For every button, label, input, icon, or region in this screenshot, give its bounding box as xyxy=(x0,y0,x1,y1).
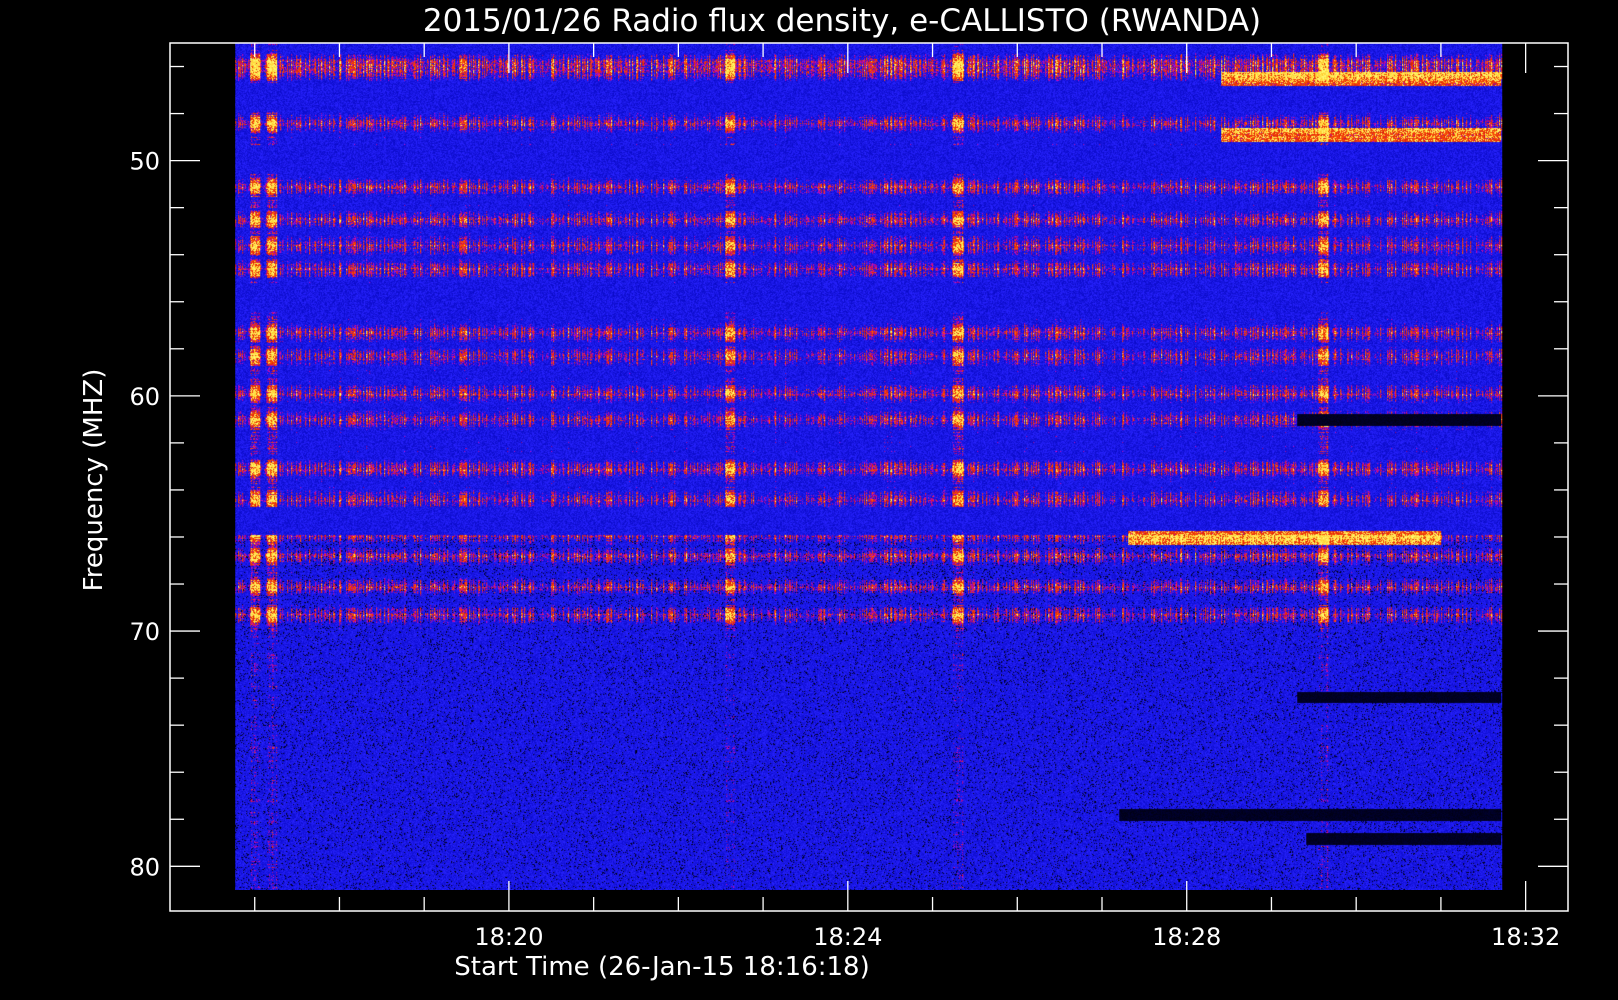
spectrogram-chart: 2015/01/26 Radio flux density, e-CALLIST… xyxy=(79,3,1569,982)
x-tick-label: 18:20 xyxy=(474,923,543,951)
spectrogram-image xyxy=(235,43,1503,890)
x-tick-label: 18:32 xyxy=(1491,923,1560,951)
y-axis-label: Frequency (MHZ) xyxy=(79,369,109,592)
chart-title: 2015/01/26 Radio flux density, e-CALLIST… xyxy=(423,3,1261,39)
x-tick-label: 18:28 xyxy=(1152,923,1221,951)
y-tick-label: 80 xyxy=(129,853,160,881)
x-axis-label: Start Time (26-Jan-15 18:16:18) xyxy=(454,952,869,982)
y-tick-label: 60 xyxy=(129,383,160,411)
spectrogram-heatmap xyxy=(235,43,1503,890)
x-tick-label: 18:24 xyxy=(813,923,882,951)
y-tick-label: 50 xyxy=(129,148,160,176)
y-tick-label: 70 xyxy=(129,618,160,646)
x-axis-tick-labels: 18:20 18:24 18:28 18:32 xyxy=(474,923,1560,951)
y-axis-tick-labels: 50 60 70 80 xyxy=(129,148,160,882)
